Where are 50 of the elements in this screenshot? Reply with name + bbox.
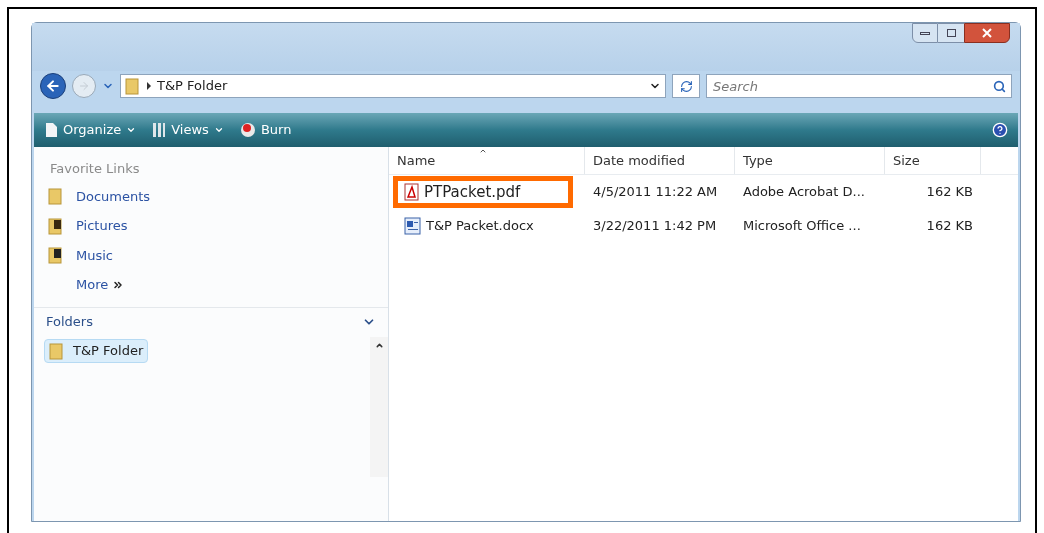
folder-icon xyxy=(48,216,64,235)
word-file-icon xyxy=(404,217,422,235)
toolbar-button[interactable]: Burn xyxy=(239,120,292,140)
column-header[interactable]: Size xyxy=(885,147,981,174)
pdf-file-icon xyxy=(404,183,420,201)
column-header[interactable]: Type xyxy=(735,147,885,174)
section-heading: Folders xyxy=(46,313,93,332)
folder-icon xyxy=(48,246,64,265)
address-bar[interactable]: T&P Folder xyxy=(120,74,666,98)
table-cell-text: Microsoft Office ... xyxy=(742,217,862,236)
toolbar-button[interactable]: Organize xyxy=(44,120,137,140)
table-cell-text: 162 KB xyxy=(925,217,974,236)
table-cell-text: 162 KB xyxy=(925,183,974,202)
minimize-button[interactable] xyxy=(912,23,938,43)
back-button[interactable] xyxy=(40,73,66,99)
search-icon xyxy=(993,80,1006,93)
table-cell-text: 4/5/2011 11:22 AM xyxy=(592,183,719,202)
scrollbar[interactable] xyxy=(370,336,388,477)
breadcrumb-separator-icon xyxy=(147,82,151,90)
section-heading: Favorite Links xyxy=(50,160,141,178)
sort-indicator-icon xyxy=(479,147,487,155)
more-link[interactable]: More xyxy=(76,275,388,295)
column-header[interactable]: Name xyxy=(389,147,585,174)
file-name-cell[interactable]: PTPacket.pdf xyxy=(393,176,573,208)
tree-item[interactable]: T&P Folder xyxy=(44,338,149,363)
refresh-button[interactable] xyxy=(672,74,700,98)
refresh-icon xyxy=(679,79,693,93)
table-cell-text: Adobe Acrobat D... xyxy=(742,183,866,202)
file-name-cell[interactable]: T&P Packet.docx xyxy=(393,210,573,242)
caret-icon xyxy=(126,125,137,135)
folder-icon xyxy=(48,187,64,206)
close-button[interactable] xyxy=(964,23,1010,43)
forward-arrow-icon xyxy=(78,80,90,92)
maximize-button[interactable] xyxy=(938,23,964,43)
disc-icon xyxy=(239,122,256,138)
views-icon xyxy=(152,122,167,138)
page-icon xyxy=(44,122,58,138)
folder-icon xyxy=(125,77,141,95)
toolbar-button[interactable]: Views xyxy=(152,120,224,140)
search-field[interactable]: Search xyxy=(706,74,1012,98)
table-cell-text: 3/22/2011 1:42 PM xyxy=(592,217,718,236)
favorite-link[interactable]: Pictures xyxy=(48,216,388,236)
caret-icon xyxy=(213,125,224,135)
favorite-link[interactable]: Documents xyxy=(48,186,388,206)
close-icon xyxy=(982,28,992,38)
folder-icon xyxy=(49,341,65,360)
address-path[interactable]: T&P Folder xyxy=(157,76,228,96)
help-icon[interactable] xyxy=(992,122,1008,138)
column-header[interactable]: Date modified xyxy=(585,147,735,174)
favorite-link[interactable]: Music xyxy=(48,245,388,265)
